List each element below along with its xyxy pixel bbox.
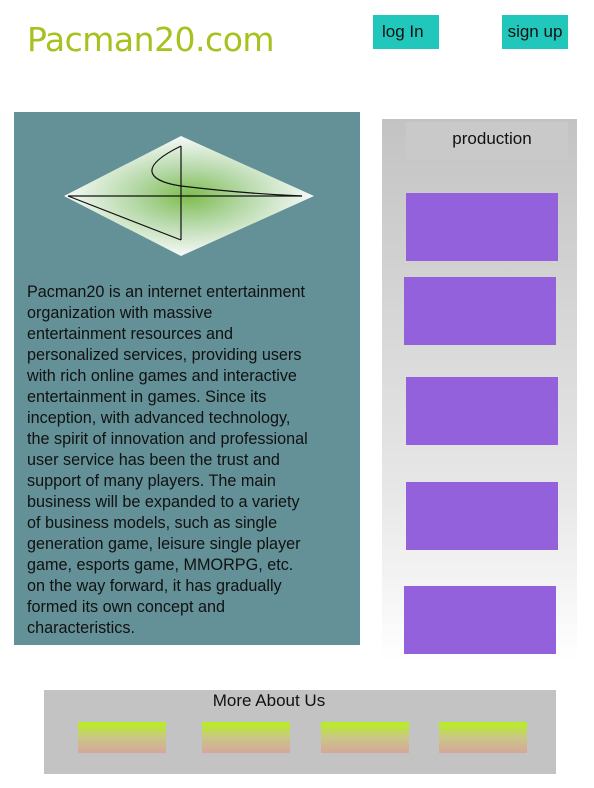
more-about-panel: More About Us <box>44 690 556 774</box>
intro-description: Pacman20 is an internet entertainment or… <box>27 283 308 637</box>
login-button[interactable]: log In <box>373 15 439 49</box>
production-card-2[interactable] <box>404 277 556 345</box>
production-card-3[interactable] <box>406 377 558 445</box>
production-card-1[interactable] <box>406 193 558 261</box>
production-panel: production <box>382 119 577 662</box>
intro-panel: Pacman20 is an internet entertainment or… <box>14 112 360 645</box>
more-about-card-2[interactable] <box>202 722 290 753</box>
signup-button[interactable]: sign up <box>502 15 568 49</box>
production-card-4[interactable] <box>406 482 558 550</box>
more-about-card-3[interactable] <box>321 722 409 753</box>
more-about-card-1[interactable] <box>78 722 166 753</box>
production-card-5[interactable] <box>404 586 556 654</box>
more-about-title: More About Us <box>212 691 326 710</box>
hero-illustration <box>14 130 360 280</box>
production-title: production <box>406 122 568 159</box>
site-logo[interactable]: Pacman20.com <box>27 20 275 59</box>
more-about-card-4[interactable] <box>439 722 527 753</box>
